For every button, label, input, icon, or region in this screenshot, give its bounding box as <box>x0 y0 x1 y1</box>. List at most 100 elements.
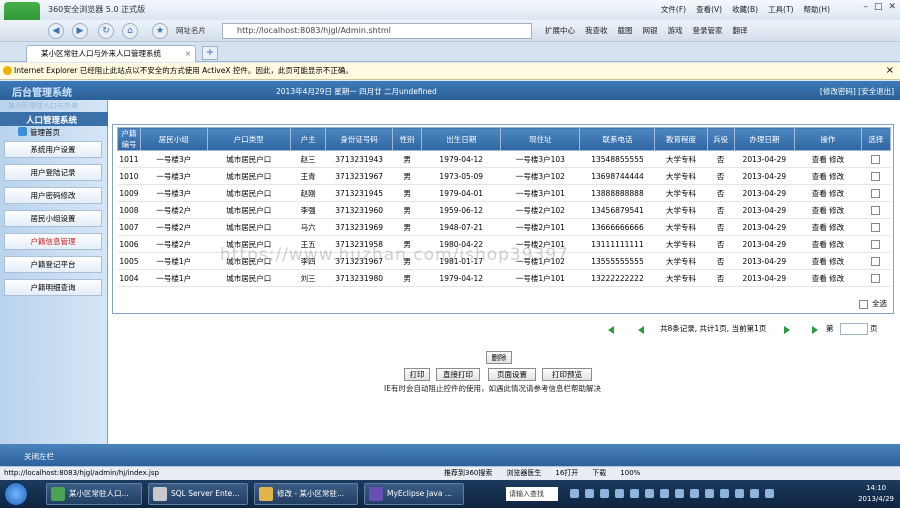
close-left-panel-link[interactable]: 关闭左栏 <box>24 451 54 462</box>
favorites-icon[interactable]: ★ <box>152 23 168 39</box>
direct-print-button[interactable]: 直接打印 <box>436 368 480 381</box>
taskbar-search-input[interactable]: 请输入查找 <box>506 487 558 501</box>
row-select-cell <box>861 150 891 168</box>
next-page-icon[interactable] <box>784 325 794 334</box>
task-browser[interactable]: 某小区常驻人口... <box>46 483 142 505</box>
row-checkbox[interactable] <box>871 171 881 181</box>
refresh-icon[interactable]: ↻ <box>98 23 114 39</box>
col-address: 现住址 <box>500 127 581 151</box>
row-actions[interactable]: 查看 修改 <box>794 252 862 270</box>
task-myeclipse[interactable]: MyEclipse Java ... <box>364 483 464 505</box>
forward-icon[interactable]: ▶ <box>72 23 88 39</box>
back-icon[interactable]: ◀ <box>48 23 64 39</box>
row-checkbox[interactable] <box>871 256 881 266</box>
status-zoom[interactable]: 100% <box>620 467 640 480</box>
tray-icon[interactable] <box>600 489 609 498</box>
toolbar-translate[interactable]: 翻译 <box>733 25 748 36</box>
start-button[interactable] <box>4 482 28 506</box>
row-checkbox[interactable] <box>871 188 881 198</box>
sidebar-item-change-password[interactable]: 用户密码修改 <box>4 187 102 204</box>
tray-icon[interactable] <box>690 489 699 498</box>
toolbar-screenshot[interactable]: 截图 <box>618 25 633 36</box>
task-sql-label: SQL Server Ente... <box>171 489 240 498</box>
table-cell: 否 <box>707 269 735 287</box>
tray-icon[interactable] <box>630 489 639 498</box>
sidebar-item-login-records[interactable]: 用户登陆记录 <box>4 164 102 181</box>
page-setup-button[interactable]: 页面设置 <box>488 368 536 381</box>
toolbar-bank[interactable]: 网银 <box>643 25 658 36</box>
tray-icon[interactable] <box>750 489 759 498</box>
row-checkbox[interactable] <box>871 222 881 232</box>
task-editor[interactable]: 修改 - 某小区常驻... <box>254 483 358 505</box>
sidebar-item-household-management[interactable]: 户籍信息管理 <box>4 233 102 250</box>
status-tools: 推荐到360搜索 浏览器医生 16打开 下载 100% <box>444 467 640 480</box>
row-actions[interactable]: 查看 修改 <box>794 150 862 168</box>
toolbar-games[interactable]: 游戏 <box>668 25 683 36</box>
fav-cards-label[interactable]: 网址名片 <box>176 25 206 36</box>
status-search[interactable]: 推荐到360搜索 <box>444 467 492 480</box>
row-checkbox[interactable] <box>871 205 881 215</box>
row-actions[interactable]: 查看 修改 <box>794 235 862 253</box>
row-actions[interactable]: 查看 修改 <box>794 269 862 287</box>
info-bar-close-icon[interactable]: × <box>886 63 894 79</box>
row-actions[interactable]: 查看 修改 <box>794 184 862 202</box>
menu-file[interactable]: 文件(F) <box>661 4 686 15</box>
menu-tools[interactable]: 工具(T) <box>768 4 793 15</box>
menu-help[interactable]: 帮助(H) <box>804 4 831 15</box>
table-cell: 一号楼3户 <box>140 184 208 202</box>
delete-button[interactable]: 删除 <box>486 351 512 364</box>
toolbar-mine[interactable]: 我查收 <box>585 25 608 36</box>
status-open[interactable]: 16打开 <box>555 467 578 480</box>
toolbar-extensions[interactable]: 扩展中心 <box>545 25 575 36</box>
row-checkbox[interactable] <box>871 273 881 283</box>
first-page-icon[interactable] <box>608 325 618 334</box>
tray-icon[interactable] <box>660 489 669 498</box>
goto-prefix: 第 <box>826 324 834 333</box>
print-preview-button[interactable]: 打印预览 <box>542 368 592 381</box>
tab-close-icon[interactable]: × <box>185 46 191 61</box>
tray-icon[interactable] <box>735 489 744 498</box>
tray-icon[interactable] <box>615 489 624 498</box>
tray-icon[interactable] <box>765 489 774 498</box>
app-header: 后台管理系统 2013年4月29日 星期一 四月廿 二月undefined [修… <box>0 81 900 100</box>
sidebar-item-household-registration[interactable]: 户籍登记平台 <box>4 256 102 273</box>
row-checkbox[interactable] <box>871 154 881 164</box>
row-actions[interactable]: 查看 修改 <box>794 167 862 185</box>
url-input[interactable]: http://localhost:8083/hjgl/Admin.shtml <box>222 23 532 39</box>
task-sql-server[interactable]: SQL Server Ente... <box>148 483 248 505</box>
goto-page-input[interactable] <box>840 323 868 335</box>
maximize-icon[interactable]: □ <box>874 2 883 12</box>
select-all[interactable]: 全选 <box>859 298 887 309</box>
prev-page-icon[interactable] <box>638 325 648 334</box>
tray-icon[interactable] <box>570 489 579 498</box>
tray-icon[interactable] <box>675 489 684 498</box>
home-icon[interactable]: ⌂ <box>122 23 138 39</box>
menu-view[interactable]: 查看(V) <box>696 4 722 15</box>
toolbar-login-manager[interactable]: 登录管家 <box>693 25 723 36</box>
tray-icon[interactable] <box>705 489 714 498</box>
sidebar-item-system-users[interactable]: 系统用户设置 <box>4 141 102 158</box>
sidebar-item-resident-groups[interactable]: 居民小组设置 <box>4 210 102 227</box>
row-actions[interactable]: 查看 修改 <box>794 218 862 236</box>
system-clock[interactable]: 14:10 2013/4/29 <box>858 483 894 505</box>
new-tab-button[interactable]: + <box>202 46 218 60</box>
status-doctor[interactable]: 浏览器医生 <box>506 467 541 480</box>
print-button[interactable]: 打印 <box>404 368 430 381</box>
row-checkbox[interactable] <box>871 239 881 249</box>
status-download[interactable]: 下载 <box>592 467 606 480</box>
select-all-checkbox[interactable] <box>859 299 868 309</box>
ie-info-bar[interactable]: Internet Explorer 已经阻止此站点以不安全的方式使用 Activ… <box>0 63 900 80</box>
menu-favorites[interactable]: 收藏(B) <box>732 4 758 15</box>
minimize-icon[interactable]: – <box>863 2 868 12</box>
table-cell: 大学专科 <box>654 184 708 202</box>
sidebar-home-link[interactable]: 管理首页 <box>30 127 60 138</box>
close-icon[interactable]: ✕ <box>888 2 896 12</box>
header-links[interactable]: [修改密码] [安全退出] <box>820 86 894 97</box>
row-actions[interactable]: 查看 修改 <box>794 201 862 219</box>
tray-icon[interactable] <box>720 489 729 498</box>
tab-main[interactable]: 某小区常驻人口与外来人口管理系统 × <box>26 45 196 62</box>
last-page-icon[interactable] <box>812 325 822 334</box>
tray-icon[interactable] <box>585 489 594 498</box>
sidebar-item-household-query[interactable]: 户籍明细查询 <box>4 279 102 296</box>
tray-icon[interactable] <box>645 489 654 498</box>
